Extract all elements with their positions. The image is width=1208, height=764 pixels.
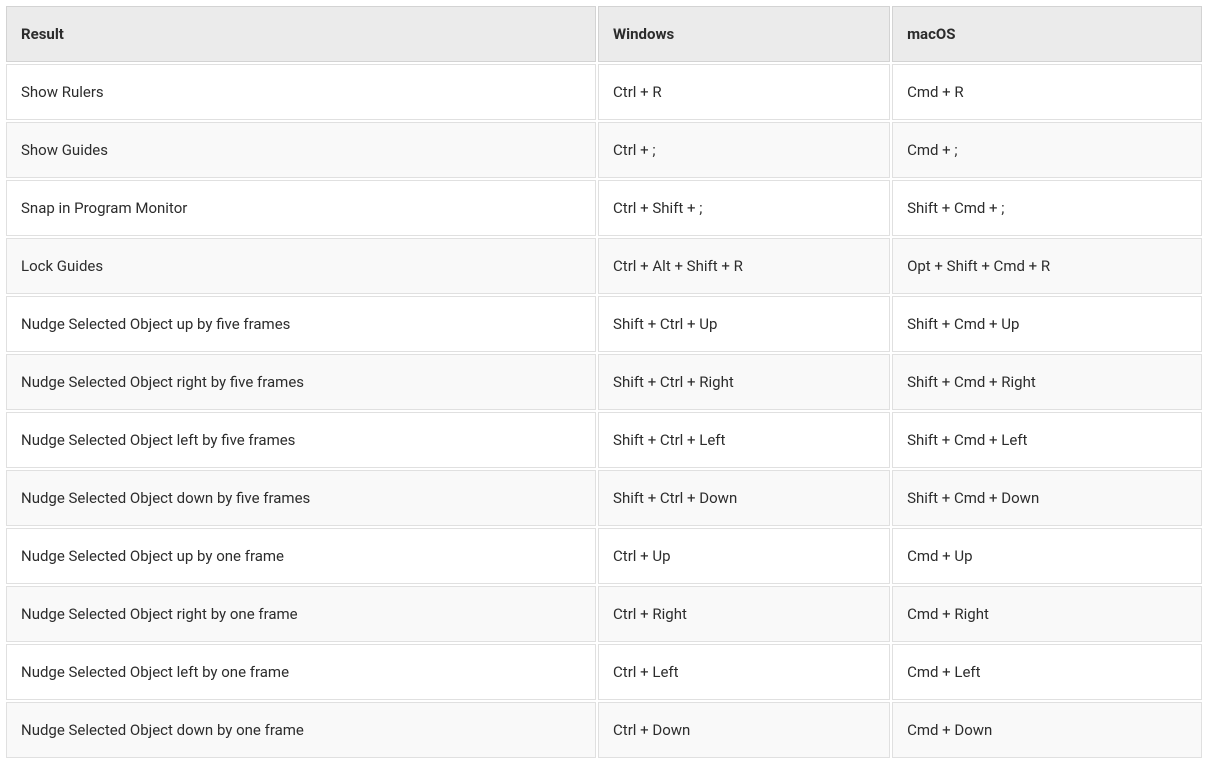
table-row: Nudge Selected Object down by one frame … xyxy=(6,702,1202,758)
cell-macos: Opt + Shift + Cmd + R xyxy=(892,238,1202,294)
table-row: Nudge Selected Object up by five frames … xyxy=(6,296,1202,352)
cell-macos: Cmd + Up xyxy=(892,528,1202,584)
cell-macos: Cmd + Down xyxy=(892,702,1202,758)
table-row: Show Guides Ctrl + ; Cmd + ; xyxy=(6,122,1202,178)
cell-macos: Cmd + R xyxy=(892,64,1202,120)
cell-windows: Ctrl + Alt + Shift + R xyxy=(598,238,890,294)
cell-macos: Cmd + Right xyxy=(892,586,1202,642)
cell-windows: Ctrl + Up xyxy=(598,528,890,584)
table-body: Show Rulers Ctrl + R Cmd + R Show Guides… xyxy=(6,64,1202,758)
cell-windows: Ctrl + ; xyxy=(598,122,890,178)
cell-result: Nudge Selected Object right by five fram… xyxy=(6,354,596,410)
cell-result: Nudge Selected Object left by one frame xyxy=(6,644,596,700)
cell-macos: Cmd + ; xyxy=(892,122,1202,178)
table-row: Show Rulers Ctrl + R Cmd + R xyxy=(6,64,1202,120)
cell-windows: Ctrl + Down xyxy=(598,702,890,758)
cell-macos: Shift + Cmd + Right xyxy=(892,354,1202,410)
table-row: Nudge Selected Object up by one frame Ct… xyxy=(6,528,1202,584)
cell-windows: Shift + Ctrl + Left xyxy=(598,412,890,468)
cell-windows: Ctrl + Right xyxy=(598,586,890,642)
cell-result: Nudge Selected Object down by five frame… xyxy=(6,470,596,526)
cell-windows: Shift + Ctrl + Right xyxy=(598,354,890,410)
table-row: Nudge Selected Object left by one frame … xyxy=(6,644,1202,700)
cell-result: Lock Guides xyxy=(6,238,596,294)
cell-result: Show Rulers xyxy=(6,64,596,120)
table-row: Nudge Selected Object right by one frame… xyxy=(6,586,1202,642)
cell-macos: Cmd + Left xyxy=(892,644,1202,700)
header-macos: macOS xyxy=(892,6,1202,62)
cell-result: Nudge Selected Object up by one frame xyxy=(6,528,596,584)
table-row: Nudge Selected Object down by five frame… xyxy=(6,470,1202,526)
cell-result: Nudge Selected Object left by five frame… xyxy=(6,412,596,468)
cell-result: Snap in Program Monitor xyxy=(6,180,596,236)
header-result: Result xyxy=(6,6,596,62)
table-header: Result Windows macOS xyxy=(6,6,1202,62)
table-row: Lock Guides Ctrl + Alt + Shift + R Opt +… xyxy=(6,238,1202,294)
cell-result: Nudge Selected Object down by one frame xyxy=(6,702,596,758)
cell-macos: Shift + Cmd + ; xyxy=(892,180,1202,236)
table-row: Nudge Selected Object left by five frame… xyxy=(6,412,1202,468)
cell-result: Nudge Selected Object up by five frames xyxy=(6,296,596,352)
table-row: Snap in Program Monitor Ctrl + Shift + ;… xyxy=(6,180,1202,236)
cell-windows: Shift + Ctrl + Up xyxy=(598,296,890,352)
shortcuts-table: Result Windows macOS Show Rulers Ctrl + … xyxy=(4,4,1204,760)
cell-result: Show Guides xyxy=(6,122,596,178)
cell-macos: Shift + Cmd + Up xyxy=(892,296,1202,352)
table-row: Nudge Selected Object right by five fram… xyxy=(6,354,1202,410)
cell-windows: Ctrl + Left xyxy=(598,644,890,700)
cell-macos: Shift + Cmd + Down xyxy=(892,470,1202,526)
cell-windows: Shift + Ctrl + Down xyxy=(598,470,890,526)
cell-windows: Ctrl + R xyxy=(598,64,890,120)
cell-windows: Ctrl + Shift + ; xyxy=(598,180,890,236)
cell-macos: Shift + Cmd + Left xyxy=(892,412,1202,468)
cell-result: Nudge Selected Object right by one frame xyxy=(6,586,596,642)
header-windows: Windows xyxy=(598,6,890,62)
